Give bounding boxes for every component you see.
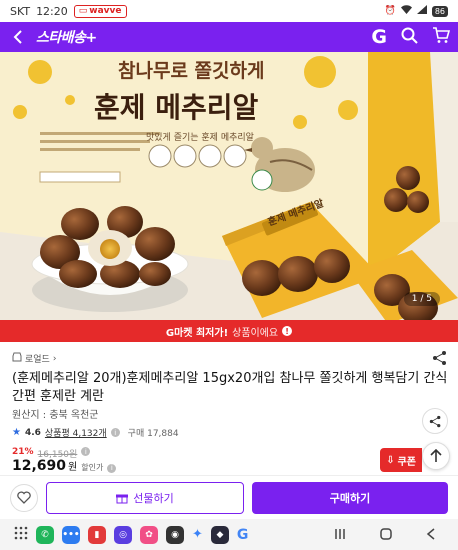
store-icon (12, 352, 22, 365)
chevron-right-icon: › (52, 353, 57, 364)
alarm-icon: ⏰ (384, 6, 396, 16)
lowest-price-banner[interactable]: G마켓 최저가! 상품이에요 ! (0, 320, 458, 342)
gift-label: 선물하기 (133, 491, 174, 505)
seller-name: 로얼드 (25, 355, 50, 365)
share-button[interactable] (422, 408, 448, 434)
info-icon[interactable]: i (107, 463, 117, 473)
info-icon[interactable]: i (110, 428, 120, 437)
image-pager: 1 / 5 (403, 292, 440, 306)
product-title: (훈제메추리알 20개)훈제메추리알 15gx20개입 참나무 쫄깃하게 행복담… (12, 371, 448, 404)
signal-icon (416, 5, 427, 17)
seller-link[interactable]: 로얼드 › (12, 352, 56, 365)
coupon-button[interactable]: ⇩ 쿠폰 (380, 448, 422, 472)
product-origin: 원산지 : 충북 옥천군 (12, 410, 99, 421)
battery-indicator: 86 (431, 5, 448, 17)
wishlist-button[interactable] (10, 483, 38, 512)
product-image[interactable]: 참나무로 쫄깃하게 훈제 메추리알 맛있게 즐기는 훈제 메추리알 훈제 메추리… (0, 52, 458, 320)
chevron-left-icon (13, 30, 22, 44)
wavve-badge: ▭ wavve (73, 4, 127, 18)
box-subtitle: 맛있게 즐기는 훈제 메추리알 (146, 133, 254, 143)
gift-button[interactable]: 선물하기 (46, 481, 244, 514)
rating-row: ★ 4.6 상품평 4,132개 i 구매 17,884 (12, 426, 179, 439)
box-title: 훈제 메추리알 (94, 91, 259, 124)
status-bar: SKT 12:20 ▭ wavve ⏰ 86 (0, 0, 458, 22)
wavve-label: wavve (89, 6, 122, 16)
messages-app-icon[interactable]: ••• (62, 525, 80, 544)
system-taskbar: ✆ ••• ▮ ◎ ✿ ◉ ✦ ◆ G (0, 519, 458, 550)
search-icon[interactable] (401, 27, 418, 48)
rating-score: 4.6 (24, 427, 41, 438)
arrow-up-icon (430, 449, 442, 462)
recents-icon[interactable] (334, 525, 346, 544)
gift-icon (116, 494, 129, 503)
price-row: 12,690 원 할인가 i (12, 458, 117, 474)
buy-button[interactable]: 구매하기 (252, 481, 448, 514)
cart-icon[interactable] (432, 26, 451, 48)
google-icon[interactable]: G (237, 527, 249, 543)
brand-logo[interactable]: 스타배송+ (36, 27, 97, 47)
share-icon (429, 415, 440, 427)
reviews-link[interactable]: 상품평 4,132개 (45, 426, 107, 439)
app-header: 스타배송+ G (0, 22, 458, 52)
info-icon[interactable]: ! (282, 326, 293, 336)
heart-icon (17, 491, 31, 504)
wifi-icon (400, 5, 412, 17)
box-tagline: 참나무로 쫄깃하게 (118, 60, 265, 82)
app-drawer-icon[interactable] (14, 525, 28, 544)
carrier: SKT (10, 4, 31, 18)
browser-app-icon[interactable]: ◎ (114, 525, 132, 544)
promo-headline: G마켓 최저가! (165, 327, 229, 339)
camera-app-icon[interactable]: ◉ (166, 525, 184, 544)
phone-app-icon[interactable]: ✆ (36, 525, 54, 544)
game-app-icon[interactable]: ◆ (210, 525, 229, 544)
sale-price: 12,690 (12, 458, 67, 474)
purchase-count: 구매 17,884 (127, 429, 179, 439)
gemini-icon[interactable]: ✦ (192, 527, 203, 542)
back-button[interactable] (8, 27, 28, 47)
back-nav-icon[interactable] (426, 525, 436, 544)
coupon-label: 쿠폰 (397, 456, 416, 468)
gmarket-home-icon[interactable]: G (371, 26, 387, 48)
promo-subtext: 상품이에요 (232, 327, 279, 339)
home-icon[interactable] (380, 525, 392, 544)
info-icon[interactable]: i (81, 447, 91, 456)
flower-app-icon[interactable]: ✿ (140, 525, 158, 544)
share-icon[interactable] (432, 350, 448, 366)
tv-icon: ▭ (78, 6, 88, 16)
purchase-bar: 선물하기 구매하기 (0, 475, 458, 519)
download-icon: ⇩ (386, 454, 395, 466)
red-app-icon[interactable]: ▮ (88, 525, 106, 544)
price-note: 할인가 (81, 463, 104, 472)
time: 12:20 (36, 4, 68, 18)
currency-unit: 원 (68, 462, 78, 473)
scroll-top-button[interactable] (422, 442, 450, 470)
star-icon: ★ (12, 427, 21, 438)
